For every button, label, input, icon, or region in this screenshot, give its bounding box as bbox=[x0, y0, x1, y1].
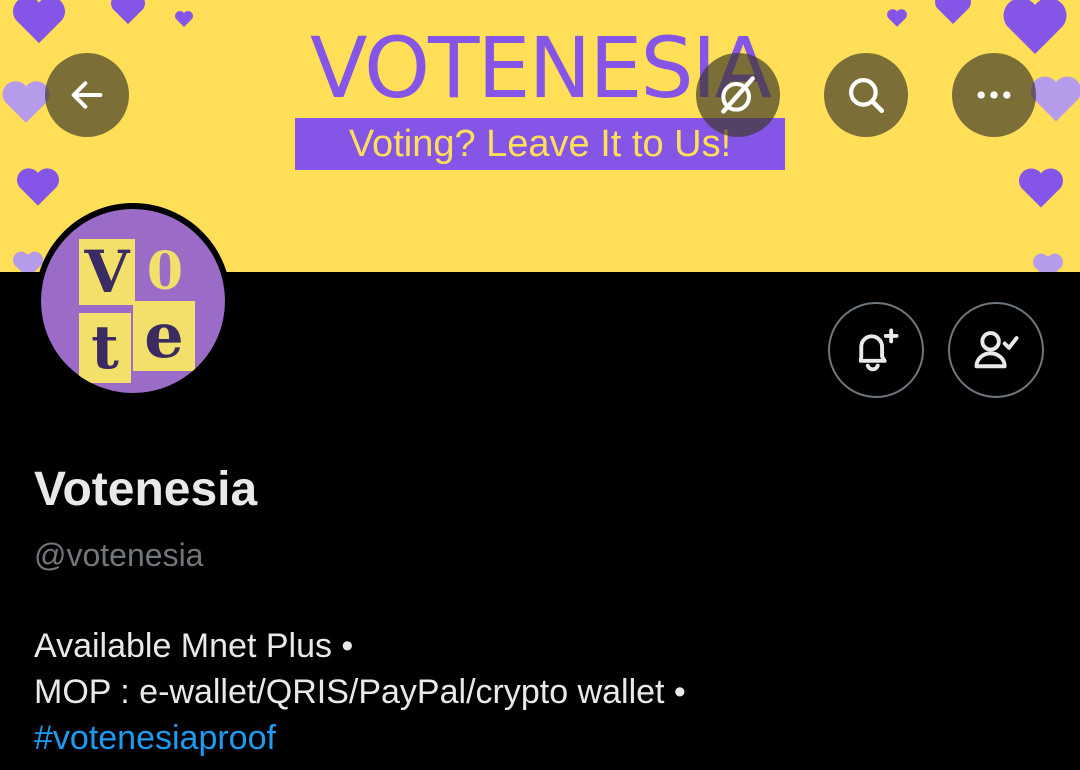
user-handle: @votenesia bbox=[34, 537, 204, 573]
grok-slash-icon bbox=[721, 76, 755, 114]
bell-plus-icon bbox=[858, 328, 899, 372]
notifications-button[interactable] bbox=[828, 302, 924, 398]
search-icon bbox=[849, 78, 885, 114]
more-button[interactable] bbox=[952, 53, 1036, 137]
heart-icon bbox=[1030, 252, 1066, 272]
heart-icon bbox=[932, 0, 974, 26]
profile-avatar[interactable]: V 0 t e bbox=[35, 203, 231, 399]
search-button[interactable] bbox=[824, 53, 908, 137]
avatar-letter-tile: 0 bbox=[146, 241, 184, 302]
following-button[interactable] bbox=[948, 302, 1044, 398]
banner-title: VOTENESIA bbox=[310, 19, 772, 117]
grok-button[interactable] bbox=[696, 53, 780, 137]
avatar-letter-tile: e bbox=[133, 301, 195, 371]
heart-icon bbox=[108, 0, 148, 26]
avatar-letter-tile: V bbox=[79, 239, 135, 305]
display-name: Votenesia bbox=[34, 463, 258, 516]
heart-icon bbox=[14, 166, 62, 208]
bio-line: Available Mnet Plus • bbox=[34, 627, 354, 665]
heart-icon bbox=[1014, 166, 1068, 210]
bio-line: MOP : e-wallet/QRIS/PayPal/crypto wallet… bbox=[34, 673, 686, 711]
arrow-left-icon bbox=[71, 81, 103, 109]
heart-icon bbox=[886, 8, 908, 28]
avatar-image: V 0 t e bbox=[41, 209, 225, 393]
profile-bio: Available Mnet Plus • MOP : e-wallet/QRI… bbox=[34, 623, 686, 761]
avatar-letter-tile: t bbox=[79, 313, 131, 383]
back-button[interactable] bbox=[45, 53, 129, 137]
hashtag-link[interactable]: #votenesiaproof bbox=[34, 715, 686, 761]
more-horizontal-icon bbox=[977, 91, 1011, 99]
person-check-icon bbox=[974, 331, 1019, 369]
